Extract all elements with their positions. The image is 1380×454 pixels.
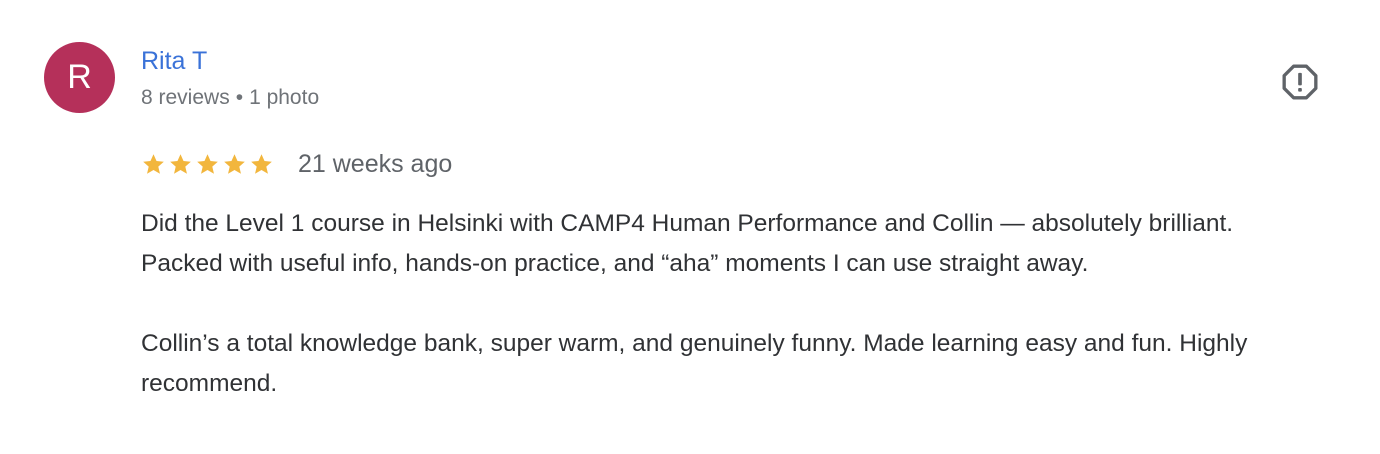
star-icon (143, 153, 164, 174)
meta-separator: • (235, 86, 244, 109)
review-date: 21 weeks ago (298, 150, 453, 178)
author-name-link[interactable]: Rita T (141, 46, 207, 76)
rating-row: 21 weeks ago (141, 148, 452, 180)
photos-count: 1 photo (249, 86, 320, 109)
review-card: R Rita T 8 reviews • 1 photo 21 weeks ago … (0, 0, 1380, 454)
report-button[interactable] (1278, 60, 1322, 104)
star-icon (197, 153, 218, 174)
review-paragraph: Collin’s a total knowledge bank, super w… (141, 330, 1248, 397)
star-icon (170, 153, 191, 174)
review-text: Did the Level 1 course in Helsinki with … (141, 204, 1356, 404)
star-rating (141, 152, 274, 177)
star-icon (251, 153, 272, 174)
review-paragraph: Packed with useful info, hands-on practi… (141, 250, 1089, 277)
review-paragraph: Did the Level 1 course in Helsinki with … (141, 210, 1234, 237)
reviews-count: 8 reviews (141, 86, 230, 109)
report-flag-icon (1282, 64, 1318, 100)
avatar[interactable]: R (44, 42, 115, 113)
star-icon (224, 153, 245, 174)
author-meta: 8 reviews • 1 photo (141, 85, 319, 111)
